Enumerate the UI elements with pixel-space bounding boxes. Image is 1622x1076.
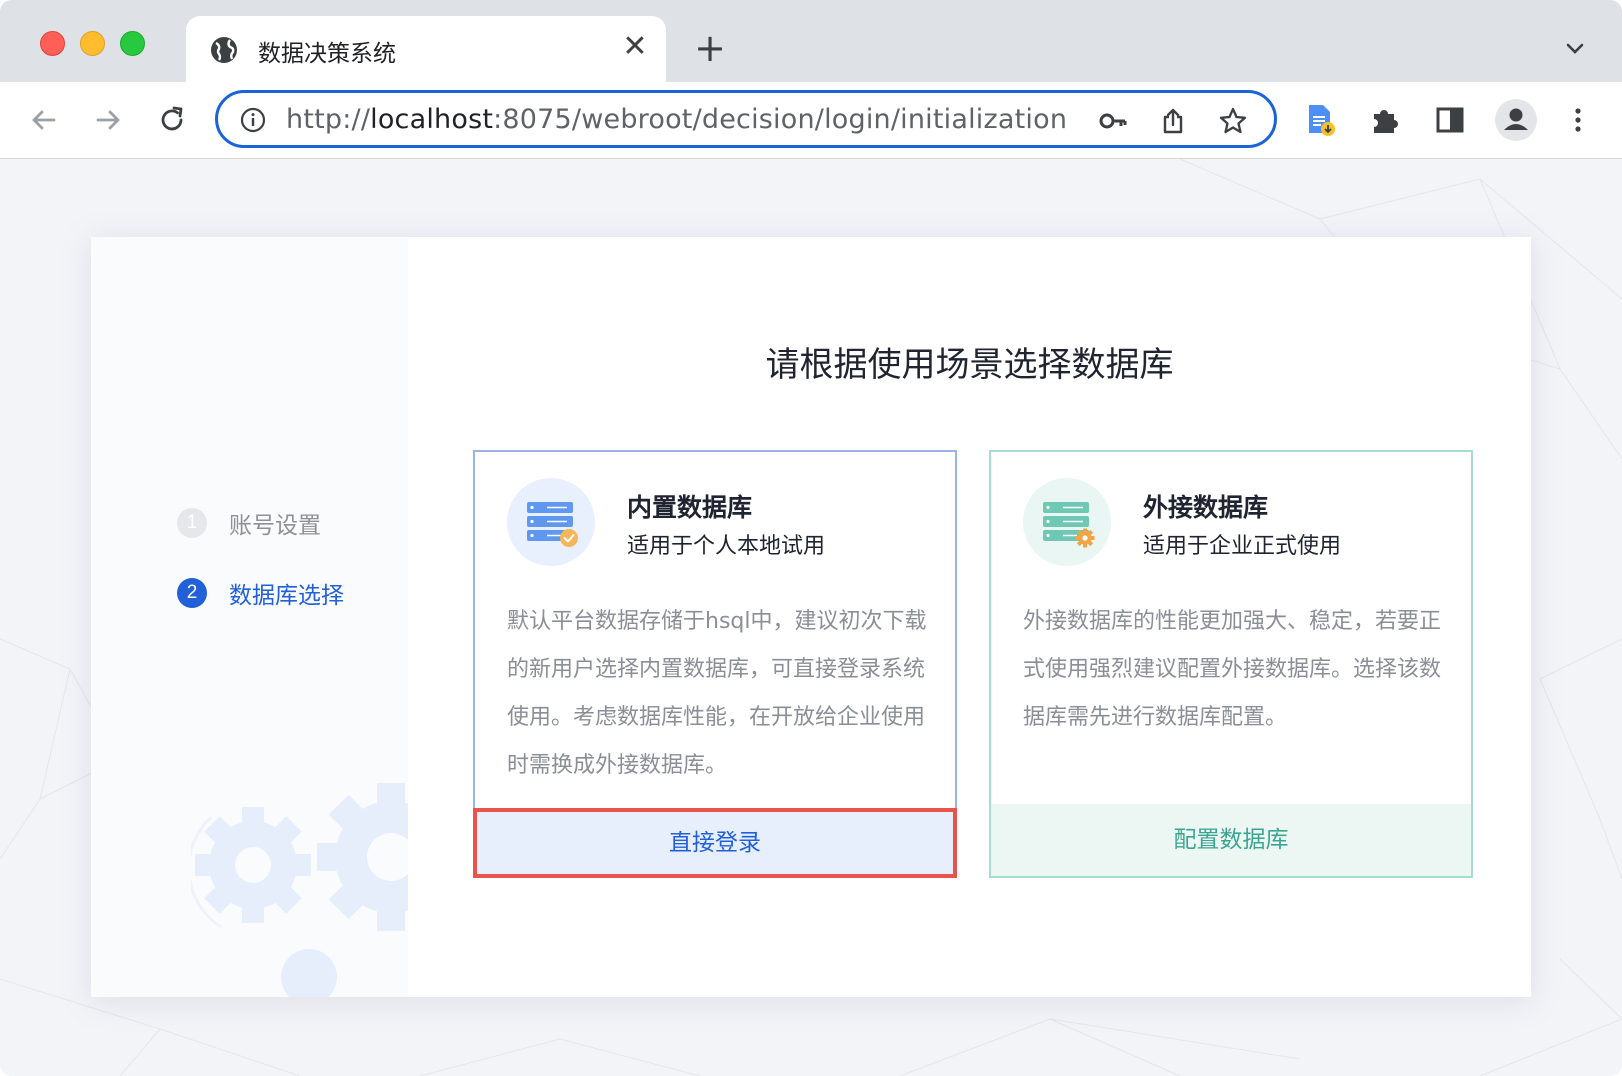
option-subtitle: 适用于个人本地试用 [627,534,826,559]
browser-tab[interactable]: 数据决策系统 ✕ [186,16,666,82]
extensions-puzzle-icon[interactable] [1368,102,1404,138]
option-title: 内置数据库 [627,493,753,522]
external-database-option[interactable]: 外接数据库 适用于企业正式使用 外接数据库的性能更加强大、稳定，若要正式使用强烈… [989,450,1473,878]
profile-avatar-icon[interactable] [1494,98,1538,142]
database-server-icon [1043,502,1095,548]
side-panel-icon[interactable] [1432,102,1468,138]
chevron-down-icon[interactable] [1560,34,1590,64]
option-title: 外接数据库 [1143,493,1269,522]
step-label: 数据库选择 [229,583,344,609]
external-database-icon-wrapper [1023,478,1111,566]
browser-window: 数据决策系统 ✕ + http://localhost:8075/webroot… [0,0,1622,1076]
share-icon[interactable] [1158,106,1188,136]
step-number: 2 [177,578,207,608]
maximize-window-button[interactable] [120,31,145,56]
plus-icon[interactable]: + [690,28,730,68]
browser-toolbar: http://localhost:8075/webroot/decision/l… [0,82,1622,159]
close-icon[interactable]: ✕ [618,30,652,64]
gears-illustration [191,783,408,997]
builtin-database-option[interactable]: 内置数据库 适用于个人本地试用 默认平台数据存储于hsql中，建议初次下载的新用… [473,450,957,878]
url-scheme: http:// [286,104,371,135]
key-icon[interactable] [1098,106,1128,136]
initialization-card: 1 账号设置 2 数据库选择 请根据使用场景选择数据库 内置数据库 适用于个人本… [91,237,1531,997]
step-label: 账号设置 [229,513,321,539]
step-number: 1 [177,508,207,538]
option-subtitle: 适用于企业正式使用 [1143,534,1342,559]
step-sidebar: 1 账号设置 2 数据库选择 [91,237,408,997]
option-description: 默认平台数据存储于hsql中，建议初次下载的新用户选择内置数据库，可直接登录系统… [507,609,927,778]
minimize-window-button[interactable] [80,31,105,56]
url-text[interactable]: http://localhost:8075/webroot/decision/l… [286,104,1067,135]
configure-database-button[interactable]: 配置数据库 [991,804,1471,876]
close-window-button[interactable] [40,31,65,56]
info-icon[interactable] [240,107,266,133]
address-bar[interactable]: http://localhost:8075/webroot/decision/l… [215,90,1277,148]
database-server-icon [527,502,578,547]
tab-strip: 数据决策系统 ✕ + [0,0,1622,82]
globe-icon [211,37,237,63]
more-menu-icon[interactable] [1560,102,1596,138]
step-account-settings: 1 账号设置 [177,507,321,539]
url-path: :8075/webroot/decision/login/initializat… [493,104,1068,135]
builtin-database-icon-wrapper [507,478,595,566]
back-arrow-icon[interactable] [24,100,64,140]
page-content: 1 账号设置 2 数据库选择 请根据使用场景选择数据库 内置数据库 适用于个人本… [0,159,1622,1076]
tab-title: 数据决策系统 [258,41,396,67]
reload-icon[interactable] [152,100,192,140]
url-host: localhost [370,104,494,135]
step-database-selection: 2 数据库选择 [177,577,344,609]
bookmark-star-icon[interactable] [1218,106,1248,136]
option-description: 外接数据库的性能更加强大、稳定，若要正式使用强烈建议配置外接数据库。选择该数据库… [1023,609,1442,730]
direct-login-button[interactable]: 直接登录 [473,808,957,878]
page-title: 请根据使用场景选择数据库 [765,345,1174,385]
forward-arrow-icon[interactable] [88,100,128,140]
extension-document-icon[interactable] [1302,102,1338,138]
